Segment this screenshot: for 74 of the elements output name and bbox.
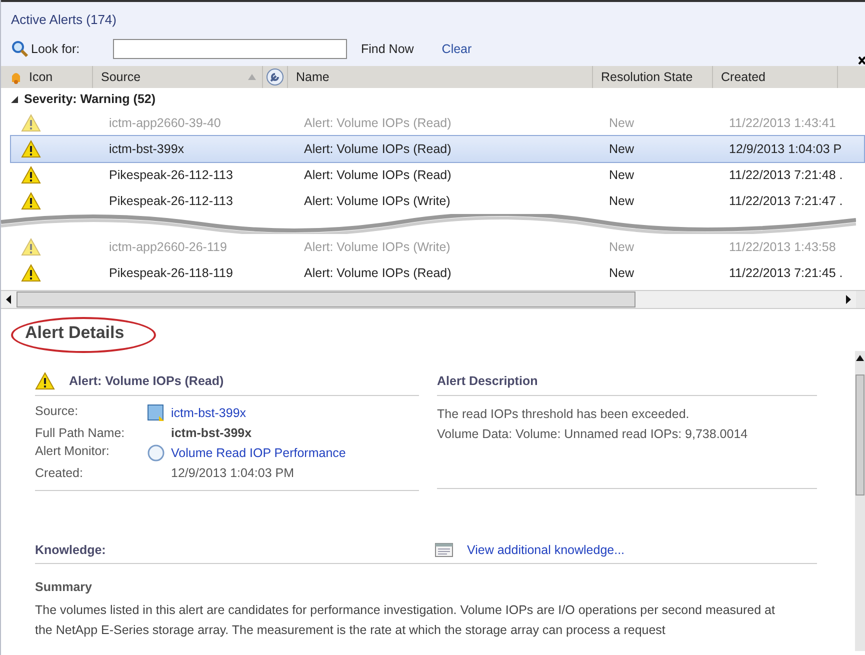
sort-ascending-icon (248, 74, 256, 80)
alert-bell-icon (9, 70, 23, 84)
created-cell-text: 12/9/2013 1:04:03 P (728, 142, 843, 156)
field-value: 12/9/2013 1:04:03 PM (170, 466, 294, 480)
find-now-button[interactable]: Find Now (361, 42, 414, 56)
collapse-icon[interactable] (11, 96, 18, 102)
monitor-link[interactable]: Volume Read IOP Performance (171, 446, 346, 460)
field-label: Alert Monitor: (35, 444, 110, 460)
state-cell-text: New (608, 142, 636, 156)
name-cell-text: Alert: Volume IOPs (Read) (303, 168, 452, 182)
created-cell-text: 11/22/2013 7:21:45 . (728, 266, 844, 280)
alert-row[interactable]: Pikespeak-26-112-113 Alert: Volume IOPs (Write) New 11/22/2013 7:21:47 . (11, 188, 864, 214)
field-label: Source: (35, 404, 80, 420)
field-value: ictm-bst-399x (170, 426, 252, 440)
computer-icon (147, 404, 165, 422)
warning-icon (21, 238, 41, 256)
created-cell-text: 11/22/2013 7:21:48 . (728, 168, 844, 182)
warning-icon (35, 372, 55, 390)
column-header[interactable]: Created (713, 66, 838, 88)
warning-icon (21, 166, 41, 184)
alert-row[interactable]: Pikespeak-26-118-119 Alert: Volume IOPs (Read) New 11/22/2013 7:21:45 . (11, 260, 864, 286)
vertical-scrollbar[interactable] (855, 351, 865, 651)
field-label: Full Path Name: (35, 426, 126, 440)
field-label: Created: (35, 466, 84, 480)
clear-link[interactable]: Clear (442, 42, 472, 56)
description-heading: Alert Description (437, 374, 538, 388)
column-header[interactable]: Source (93, 66, 263, 88)
knowledge-label: Knowledge: (35, 543, 107, 557)
document-icon (435, 543, 453, 557)
pane-title: Active Alerts (174) (10, 11, 118, 29)
search-label: Look for: (31, 42, 80, 56)
name-cell-text: Alert: Volume IOPs (Read) (303, 142, 452, 156)
close-icon[interactable] (858, 56, 865, 65)
name-cell-text: Alert: Volume IOPs (Write) (303, 194, 452, 208)
summary-heading: Summary (35, 580, 93, 594)
name-cell-text: Alert: Volume IOPs (Read) (303, 266, 452, 280)
state-cell-text: New (608, 240, 636, 254)
name-cell-text: Alert: Volume IOPs (Read) (303, 116, 452, 130)
source-cell-text: ictm-bst-399x (108, 142, 186, 156)
created-cell-text: 11/22/2013 1:43:41 (728, 116, 837, 130)
source-link[interactable]: ictm-bst-399x (171, 406, 246, 420)
source-cell-text: ictm-app2660-39-40 (108, 116, 222, 130)
alert-row[interactable]: Pikespeak-26-112-113 Alert: Volume IOPs (Read) New 11/22/2013 7:21:48 . (11, 162, 864, 188)
warning-icon (21, 264, 41, 282)
description-text: Volume Data: Volume: Unnamed read IOPs: 9,738.0014 (437, 426, 749, 443)
source-cell-text: Pikespeak-26-112-113 (108, 168, 234, 182)
details-title: Alert Details (11, 317, 156, 353)
warning-icon (21, 192, 41, 210)
name-cell-text: Alert: Volume IOPs (Write) (303, 240, 452, 254)
column-header[interactable]: Icon (1, 66, 93, 88)
group-header: Severity: Warning (52) (24, 92, 156, 106)
alert-row[interactable]: ictm-bst-399x Alert: Volume IOPs (Read) New 12/9/2013 1:04:03 P (11, 136, 864, 162)
wrench-icon[interactable] (266, 68, 284, 86)
summary-text: The volumes listed in this alert are candidates for performance investigation. Volume IOPs are I/O operations per second measured at the NetApp E-Series storage array. The measurement is the rate at which the storage array can process a request (35, 602, 776, 639)
warning-icon (21, 140, 41, 158)
alert-title: Alert: Volume IOPs (Read) (69, 374, 224, 388)
horizontal-scrollbar[interactable] (1, 291, 856, 308)
knowledge-link[interactable]: View additional knowledge... (467, 543, 625, 557)
monitor-icon (147, 444, 165, 462)
state-cell-text: New (608, 116, 636, 130)
description-text: The read IOPs threshold has been exceeded. (437, 406, 690, 423)
warning-icon (21, 114, 41, 132)
column-header[interactable]: Resolution State (593, 66, 713, 88)
state-cell-text: New (608, 194, 636, 208)
state-cell-text: New (608, 266, 636, 280)
source-cell-text: Pikespeak-26-112-113 (108, 194, 234, 208)
source-cell-text: Pikespeak-26-118-119 (108, 266, 234, 280)
state-cell-text: New (608, 168, 636, 182)
search-field[interactable] (113, 39, 347, 59)
created-cell-text: 11/22/2013 1:43:58 (728, 240, 837, 254)
created-cell-text: 11/22/2013 7:21:47 . (728, 194, 844, 208)
search-icon (11, 40, 29, 58)
column-header[interactable]: Name (288, 66, 593, 88)
source-cell-text: ictm-app2660-26-119 (108, 240, 228, 254)
